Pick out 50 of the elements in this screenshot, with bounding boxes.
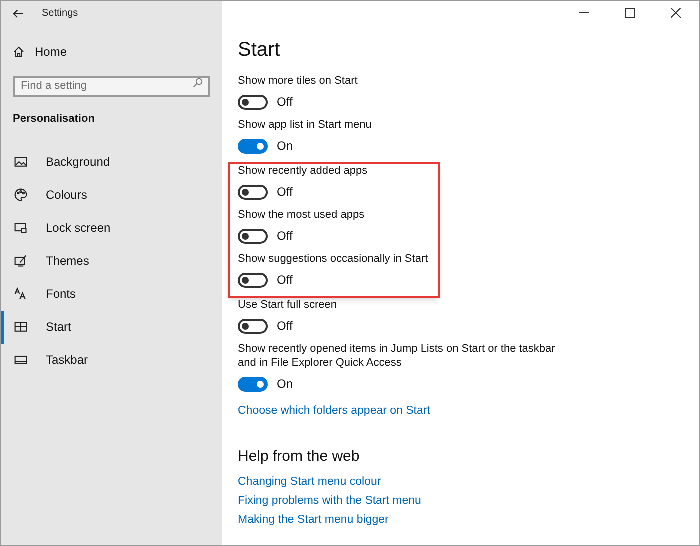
nav-item[interactable]: Taskbar xyxy=(1,344,222,376)
setting-label: Show recently opened items in Jump Lists on Start or the taskbar and in File Explorer Quick Access xyxy=(238,342,556,370)
window-title: Settings xyxy=(42,7,78,21)
page-title: Start xyxy=(238,38,282,63)
toggle-state: Off xyxy=(277,228,293,245)
help-link[interactable]: Fixing problems with the Start menu xyxy=(238,494,422,509)
monitor-brush-icon xyxy=(14,254,28,268)
back-arrow-icon[interactable] xyxy=(13,8,24,18)
toggle-state: On xyxy=(277,376,294,393)
setting-label: Use Start full screen xyxy=(238,298,338,312)
font-icon xyxy=(14,287,28,301)
search-field[interactable]: Find a setting xyxy=(13,76,210,96)
toggle-switch[interactable] xyxy=(238,376,268,392)
setting-label: Show more tiles on Start xyxy=(238,74,359,88)
toggle-switch[interactable] xyxy=(238,138,268,154)
nav-item[interactable]: Background xyxy=(1,146,222,178)
section-heading: Personalisation xyxy=(12,112,96,127)
toggle-state: Off xyxy=(277,318,293,335)
toggle-switch[interactable] xyxy=(238,272,268,288)
toggle-state: On xyxy=(277,138,294,155)
nav-item[interactable]: Fonts xyxy=(1,278,222,310)
nav-item[interactable]: Lock screen xyxy=(1,212,222,244)
close-icon xyxy=(671,8,681,18)
home-icon xyxy=(13,46,25,58)
toggle-switch[interactable] xyxy=(238,228,268,244)
setting-label: Show app list in Start menu xyxy=(238,118,373,132)
setting-label: Show suggestions occasionally in Start xyxy=(238,252,430,266)
taskbar-icon xyxy=(14,353,28,367)
picture-icon xyxy=(14,155,28,169)
help-heading: Help from the web xyxy=(238,447,361,468)
maximize-icon xyxy=(625,8,635,18)
palette-icon xyxy=(14,188,28,202)
toggle-state: Off xyxy=(277,184,293,201)
setting-label: Show the most used apps xyxy=(238,208,366,222)
search-icon xyxy=(193,78,203,88)
nav-item[interactable]: Colours xyxy=(1,178,222,212)
help-link[interactable]: Changing Start menu colour xyxy=(238,474,382,490)
toggle-state: Off xyxy=(277,272,293,289)
toggle-switch[interactable] xyxy=(238,184,268,200)
help-link[interactable]: Making the Start menu bigger xyxy=(238,512,389,528)
toggle-switch[interactable] xyxy=(238,94,268,110)
folders-link[interactable]: Choose which folders appear on Start xyxy=(238,403,430,420)
toggle-state: Off xyxy=(277,94,293,111)
nav-item[interactable]: Themes xyxy=(1,244,222,278)
toggle-switch[interactable] xyxy=(238,318,268,334)
home-nav-item[interactable]: Home xyxy=(1,43,222,61)
monitor-lock-icon xyxy=(14,221,28,235)
start-layout-icon xyxy=(14,320,28,334)
setting-label: Show recently added apps xyxy=(238,164,369,178)
nav-item[interactable]: Start xyxy=(1,310,222,344)
